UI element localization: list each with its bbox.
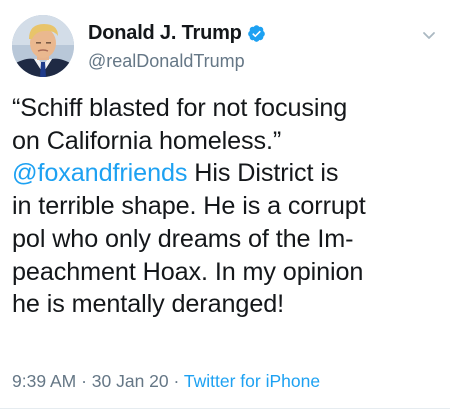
chevron-down-icon[interactable] — [420, 26, 438, 44]
tweet-text-line: peachment Hoax. In my opinion — [12, 257, 364, 286]
tweet-source-link[interactable]: Twitter for iPhone — [184, 371, 320, 391]
mention-link[interactable]: @foxandfriends — [12, 159, 188, 187]
divider — [0, 408, 450, 409]
tweet-text-line: he is mentally deranged! — [12, 290, 285, 319]
meta-separator: · — [168, 371, 184, 391]
tweet-text: “Schiff blasted for not focusing on Cali… — [12, 92, 442, 321]
tweet-date[interactable]: 30 Jan 20 — [92, 371, 169, 391]
tweet-text-line: in terrible shape. He is a corrupt — [12, 192, 366, 221]
author-handle[interactable]: @realDonaldTrump — [88, 51, 245, 72]
tweet-text-line: pol who only dreams of the Im- — [12, 224, 354, 253]
author-name-row[interactable]: Donald J. Trump — [88, 18, 266, 48]
tweet-time[interactable]: 9:39 AM — [12, 371, 76, 391]
avatar-image — [12, 15, 74, 77]
meta-separator: · — [76, 371, 92, 391]
avatar[interactable] — [12, 15, 74, 77]
tweet-text-line: on California homeless.” — [12, 126, 282, 155]
tweet-text-line: His District is — [187, 159, 339, 188]
tweet-metadata: 9:39 AM · 30 Jan 20 · Twitter for iPhone — [12, 371, 320, 392]
verified-badge-icon — [247, 24, 266, 43]
tweet-card[interactable]: Donald J. Trump @realDonaldTrump “Schiff… — [0, 0, 450, 415]
author-display-name[interactable]: Donald J. Trump — [88, 22, 242, 45]
tweet-text-line: “Schiff blasted for not focusing — [12, 94, 348, 122]
